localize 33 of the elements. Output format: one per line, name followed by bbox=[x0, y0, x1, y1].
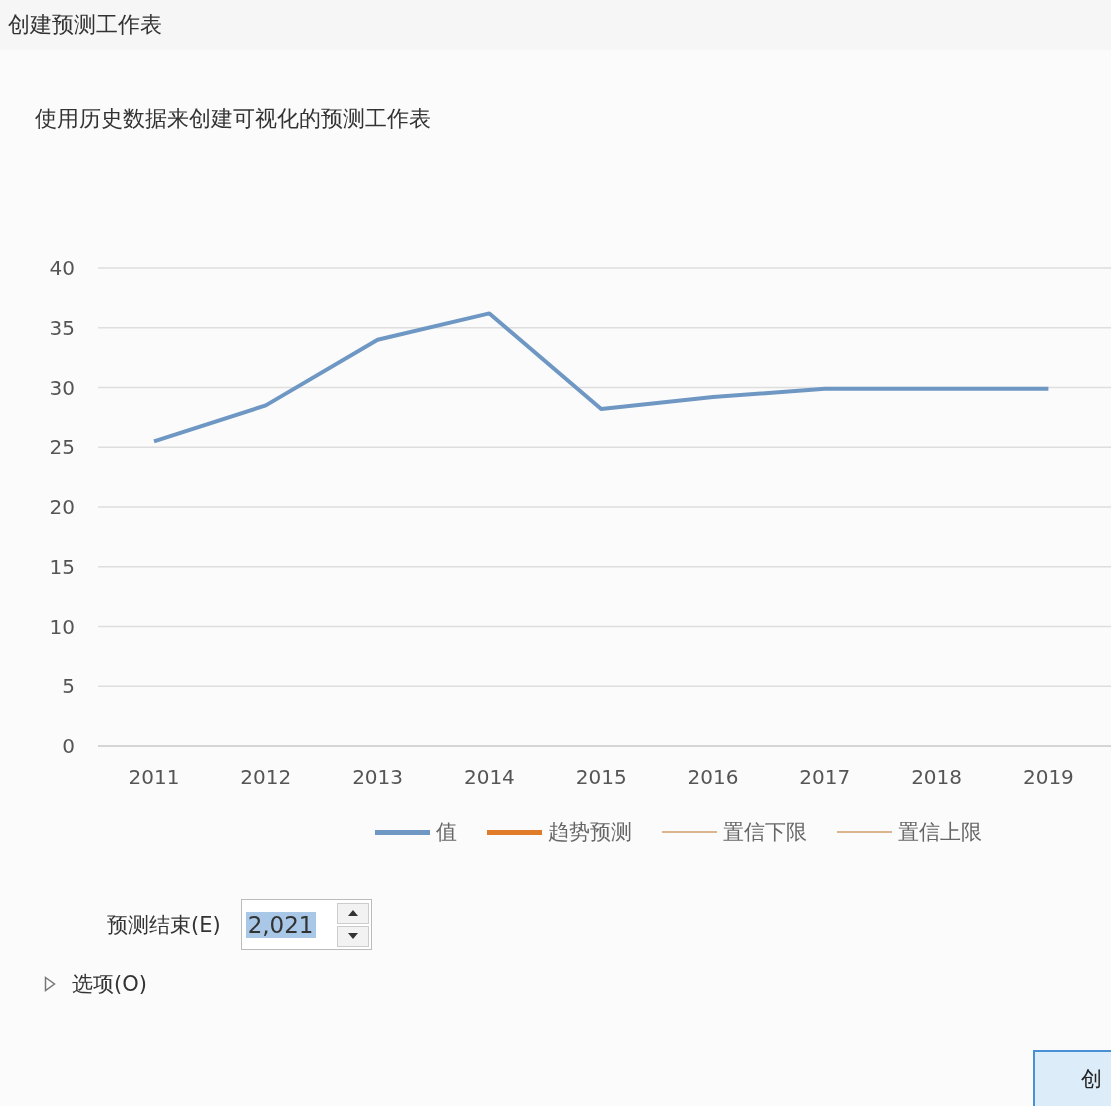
forecast-end-field[interactable]: 2,021 bbox=[240, 899, 372, 950]
forecast-end-label: 预测结束(E) bbox=[107, 911, 221, 939]
axis-label: 25 bbox=[49, 435, 75, 460]
options-toggle[interactable]: 选项(O) bbox=[72, 970, 147, 998]
axis-label: 20 bbox=[49, 495, 75, 519]
axis-label: 2018 bbox=[911, 765, 963, 789]
create-button[interactable]: 创 bbox=[1033, 1050, 1111, 1106]
axis-label: 0 bbox=[62, 734, 75, 758]
axis-label: 2019 bbox=[1022, 765, 1074, 789]
axis-label: 2016 bbox=[687, 765, 739, 789]
legend-label: 趋势预测 bbox=[548, 819, 632, 846]
spin-down-icon[interactable] bbox=[336, 925, 369, 947]
axis-label: 15 bbox=[49, 554, 75, 579]
axis-label: 30 bbox=[49, 375, 75, 400]
axis-label: 2015 bbox=[575, 765, 627, 789]
legend-swatch bbox=[375, 829, 430, 835]
axis-label: 2011 bbox=[128, 765, 180, 789]
legend-label: 置信上限 bbox=[898, 819, 982, 846]
axis-label: 2012 bbox=[240, 765, 292, 789]
window-title: 创建预测工作表 bbox=[8, 11, 162, 39]
axis-label: 2017 bbox=[799, 765, 851, 789]
axis-label: 5 bbox=[62, 674, 75, 699]
legend-label: 置信下限 bbox=[723, 819, 807, 846]
axis-label: 2013 bbox=[352, 765, 404, 789]
axis-label: 35 bbox=[49, 315, 75, 340]
axis-label: 2014 bbox=[463, 765, 515, 789]
expand-triangle-icon[interactable] bbox=[44, 976, 56, 992]
legend-label: 值 bbox=[436, 819, 457, 846]
description-text: 使用历史数据来创建可视化的预测工作表 bbox=[35, 105, 432, 133]
axis-label: 40 bbox=[49, 256, 75, 280]
spin-up-icon[interactable] bbox=[336, 902, 369, 924]
axis-label: 10 bbox=[49, 614, 75, 639]
legend-swatch bbox=[487, 829, 542, 835]
